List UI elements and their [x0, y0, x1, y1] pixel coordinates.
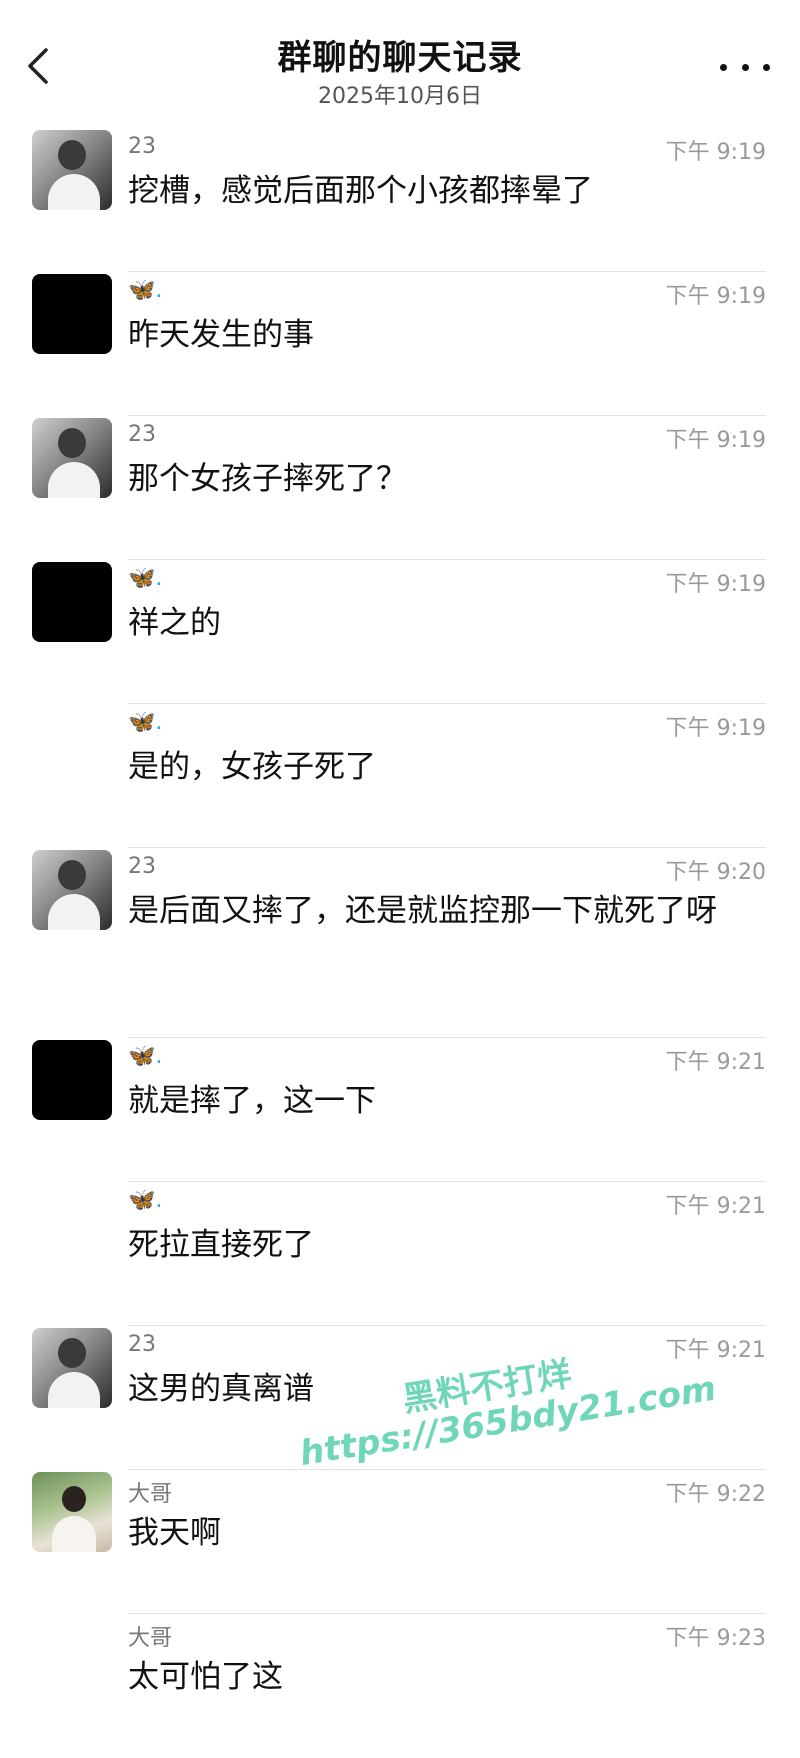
avatar[interactable] [32, 1040, 112, 1120]
message-item: 大哥 下午 9:23 太可怕了这 [0, 1614, 800, 1758]
message-text: 就是摔了，这一下 [128, 1083, 376, 1119]
avatar[interactable] [32, 850, 112, 930]
more-options-button[interactable] [720, 54, 770, 80]
sender-name: 23 [128, 422, 156, 447]
message-item: 23 下午 9:20 是后面又摔了，还是就监控那一下就死了呀 [0, 848, 800, 1038]
message-time: 下午 9:21 [665, 1194, 766, 1219]
message-list[interactable]: 23 下午 9:19 挖槽，感觉后面那个小孩都摔晕了 🦋. 下午 9:19 昨天… [0, 128, 800, 1758]
more-dots-icon [720, 63, 727, 71]
message-item: 🦋. 下午 9:19 是的，女孩子死了 [0, 704, 800, 848]
message-text: 是后面又摔了，还是就监控那一下就死了呀 [128, 893, 717, 929]
message-text: 这男的真离谱 [128, 1371, 314, 1407]
message-item: 🦋. 下午 9:21 死拉直接死了 [0, 1182, 800, 1326]
message-time: 下午 9:23 [665, 1626, 766, 1651]
sender-name: 23 [128, 134, 156, 159]
message-item: 23 下午 9:19 那个女孩子摔死了？ [0, 416, 800, 560]
message-time: 下午 9:20 [665, 860, 766, 885]
chat-history-header: 群聊的聊天记录 2025年10月6日 [0, 0, 800, 118]
message-time: 下午 9:19 [665, 572, 766, 597]
avatar[interactable] [32, 274, 112, 354]
message-text: 是的，女孩子死了 [128, 749, 376, 785]
message-text: 祥之的 [128, 605, 221, 641]
message-time: 下午 9:21 [665, 1050, 766, 1075]
message-item: 🦋. 下午 9:19 祥之的 [0, 560, 800, 704]
sender-name: 🦋. [128, 278, 163, 303]
message-time: 下午 9:22 [665, 1482, 766, 1507]
message-time: 下午 9:19 [665, 140, 766, 165]
message-time: 下午 9:19 [665, 716, 766, 741]
sender-name: 大哥 [128, 1626, 173, 1651]
sender-name: 大哥 [128, 1482, 173, 1507]
message-item: 23 下午 9:21 这男的真离谱 [0, 1326, 800, 1470]
message-text: 那个女孩子摔死了？ [128, 461, 407, 497]
page-title: 群聊的聊天记录 [277, 38, 523, 78]
sender-name: 23 [128, 854, 156, 879]
sender-name: 🦋. [128, 1044, 163, 1069]
message-time: 下午 9:21 [665, 1338, 766, 1363]
avatar[interactable] [32, 130, 112, 210]
sender-name: 23 [128, 1332, 156, 1357]
avatar[interactable] [32, 1328, 112, 1408]
avatar[interactable] [32, 1472, 112, 1552]
message-text: 死拉直接死了 [128, 1227, 314, 1263]
message-text: 太可怕了这 [128, 1659, 283, 1695]
message-text: 昨天发生的事 [128, 317, 314, 353]
message-text: 挖槽，感觉后面那个小孩都摔晕了 [128, 173, 593, 209]
message-time: 下午 9:19 [665, 428, 766, 453]
message-item: 大哥 下午 9:22 我天啊 [0, 1470, 800, 1614]
message-item: 🦋. 下午 9:21 就是摔了，这一下 [0, 1038, 800, 1182]
message-text: 我天啊 [128, 1515, 221, 1551]
sender-name: 🦋. [128, 1188, 163, 1213]
message-item: 🦋. 下午 9:19 昨天发生的事 [0, 272, 800, 416]
chat-date: 2025年10月6日 [318, 84, 482, 109]
message-item: 23 下午 9:19 挖槽，感觉后面那个小孩都摔晕了 [0, 128, 800, 272]
avatar[interactable] [32, 562, 112, 642]
message-time: 下午 9:19 [665, 284, 766, 309]
sender-name: 🦋. [128, 710, 163, 735]
sender-name: 🦋. [128, 566, 163, 591]
avatar[interactable] [32, 418, 112, 498]
